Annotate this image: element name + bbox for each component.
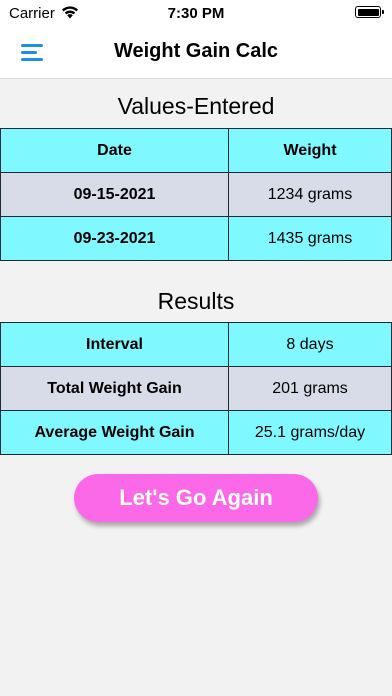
average-weight-gain-label: Average Weight Gain xyxy=(0,410,229,455)
table-row: 09-23-2021 1435 grams xyxy=(0,216,392,261)
weight-cell: 1435 grams xyxy=(228,216,392,261)
interval-label: Interval xyxy=(0,322,229,367)
results-table: Interval 8 days Total Weight Gain 201 gr… xyxy=(0,322,392,455)
interval-value: 8 days xyxy=(228,322,392,367)
table-row: Average Weight Gain 25.1 grams/day xyxy=(0,410,392,455)
table-row: 09-15-2021 1234 grams xyxy=(0,172,392,217)
navigation-bar: Weight Gain Calc xyxy=(0,28,392,79)
table-row: Total Weight Gain 201 grams xyxy=(0,366,392,411)
values-table: Date Weight 09-15-2021 1234 grams 09-23-… xyxy=(0,128,392,261)
status-bar: Carrier 7:30 PM xyxy=(0,0,392,28)
page-title: Weight Gain Calc xyxy=(113,40,279,62)
values-entered-title: Values-Entered xyxy=(117,93,275,119)
values-header-row: Date Weight xyxy=(0,128,392,173)
table-row: Interval 8 days xyxy=(0,322,392,367)
date-cell: 09-15-2021 xyxy=(0,172,229,217)
date-cell: 09-23-2021 xyxy=(0,216,229,261)
date-header: Date xyxy=(0,128,229,173)
total-weight-gain-label: Total Weight Gain xyxy=(0,366,229,411)
weight-header: Weight xyxy=(228,128,392,173)
average-weight-gain-value: 25.1 grams/day xyxy=(228,410,392,455)
lets-go-again-button[interactable]: Let's Go Again xyxy=(74,474,318,522)
weight-cell: 1234 grams xyxy=(228,172,392,217)
battery-icon xyxy=(355,6,384,18)
status-time: 7:30 PM xyxy=(167,5,225,22)
total-weight-gain-value: 201 grams xyxy=(228,366,392,411)
results-title: Results xyxy=(157,288,235,314)
